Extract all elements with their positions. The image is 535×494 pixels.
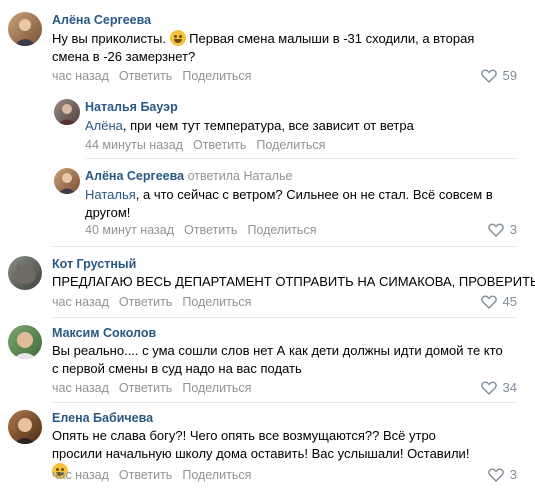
share-button[interactable]: Поделиться xyxy=(182,69,251,83)
divider xyxy=(52,402,517,403)
mention-link[interactable]: Наталья xyxy=(85,187,136,202)
divider xyxy=(52,246,517,247)
avatar[interactable] xyxy=(8,410,42,444)
comment-author: Алёна Сергеева ответила Наталье xyxy=(85,169,293,183)
share-button[interactable]: Поделиться xyxy=(182,468,251,482)
like-count: 45 xyxy=(502,294,517,309)
reply-button[interactable]: Ответить xyxy=(119,381,172,395)
comment-meta: 40 минут назад Ответить Поделиться xyxy=(85,223,316,237)
like-button[interactable]: 45 xyxy=(480,294,517,309)
like-count: 59 xyxy=(502,68,517,83)
like-button[interactable]: 59 xyxy=(480,68,517,83)
comment-author[interactable]: Елена Бабичева xyxy=(52,411,153,425)
heart-icon xyxy=(480,380,497,395)
avatar[interactable] xyxy=(54,99,80,125)
heart-icon xyxy=(480,68,497,83)
comment-text: ПРЕДЛАГАЮ ВЕСЬ ДЕПАРТАМЕНТ ОТПРАВИТЬ НА … xyxy=(52,274,535,289)
comment-time[interactable]: час назад xyxy=(52,69,109,83)
comment-text: Наталья, а что сейчас с ветром? Сильнее … xyxy=(85,187,493,220)
replied-to[interactable]: ответила Наталье xyxy=(188,169,293,183)
comment-text: Ну вы приколисты. Первая смена малыши в … xyxy=(52,30,475,64)
comment-time[interactable]: час назад xyxy=(52,381,109,395)
comment-author[interactable]: Максим Соколов xyxy=(52,326,156,340)
heart-icon xyxy=(487,222,504,237)
share-button[interactable]: Поделиться xyxy=(256,138,325,152)
comment-time[interactable]: 44 минуты назад xyxy=(85,138,183,152)
heart-icon xyxy=(480,294,497,309)
like-count: 3 xyxy=(509,467,517,482)
comment-author[interactable]: Наталья Бауэр xyxy=(85,100,178,114)
avatar[interactable] xyxy=(8,12,42,46)
comment-text: Алёна, при чем тут температура, все зави… xyxy=(85,118,414,133)
comment-text: Вы реально.... с ума сошли слов нет А ка… xyxy=(52,343,503,376)
avatar[interactable] xyxy=(8,256,42,290)
reply-button[interactable]: Ответить xyxy=(119,295,172,309)
reply-button[interactable]: Ответить xyxy=(119,69,172,83)
reply-button[interactable]: Ответить xyxy=(184,223,237,237)
comment-author[interactable]: Алёна Сергеева xyxy=(52,13,151,27)
comment-meta: час назад Ответить Поделиться xyxy=(52,69,251,83)
avatar[interactable] xyxy=(8,325,42,359)
like-button[interactable]: 3 xyxy=(487,467,517,482)
comment-meta: 44 минуты назад Ответить Поделиться xyxy=(85,138,325,152)
comment-meta: час назад Ответить Поделиться xyxy=(52,468,251,482)
like-count: 34 xyxy=(502,380,517,395)
divider xyxy=(85,158,517,159)
comment-time[interactable]: час назад xyxy=(52,468,109,482)
heart-icon xyxy=(487,467,504,482)
share-button[interactable]: Поделиться xyxy=(182,295,251,309)
reply-button[interactable]: Ответить xyxy=(119,468,172,482)
like-count: 3 xyxy=(509,222,517,237)
like-button[interactable]: 3 xyxy=(487,222,517,237)
comment-time[interactable]: час назад xyxy=(52,295,109,309)
like-button[interactable]: 34 xyxy=(480,380,517,395)
share-button[interactable]: Поделиться xyxy=(182,381,251,395)
comment-meta: час назад Ответить Поделиться xyxy=(52,295,251,309)
comment-time[interactable]: 40 минут назад xyxy=(85,223,174,237)
avatar[interactable] xyxy=(54,168,80,194)
comment-meta: час назад Ответить Поделиться xyxy=(52,381,251,395)
mention-link[interactable]: Алёна xyxy=(85,118,123,133)
reply-button[interactable]: Ответить xyxy=(193,138,246,152)
comment-author[interactable]: Кот Грустный xyxy=(52,257,136,271)
laughing-emoji-icon xyxy=(169,30,186,46)
share-button[interactable]: Поделиться xyxy=(247,223,316,237)
divider xyxy=(52,317,517,318)
